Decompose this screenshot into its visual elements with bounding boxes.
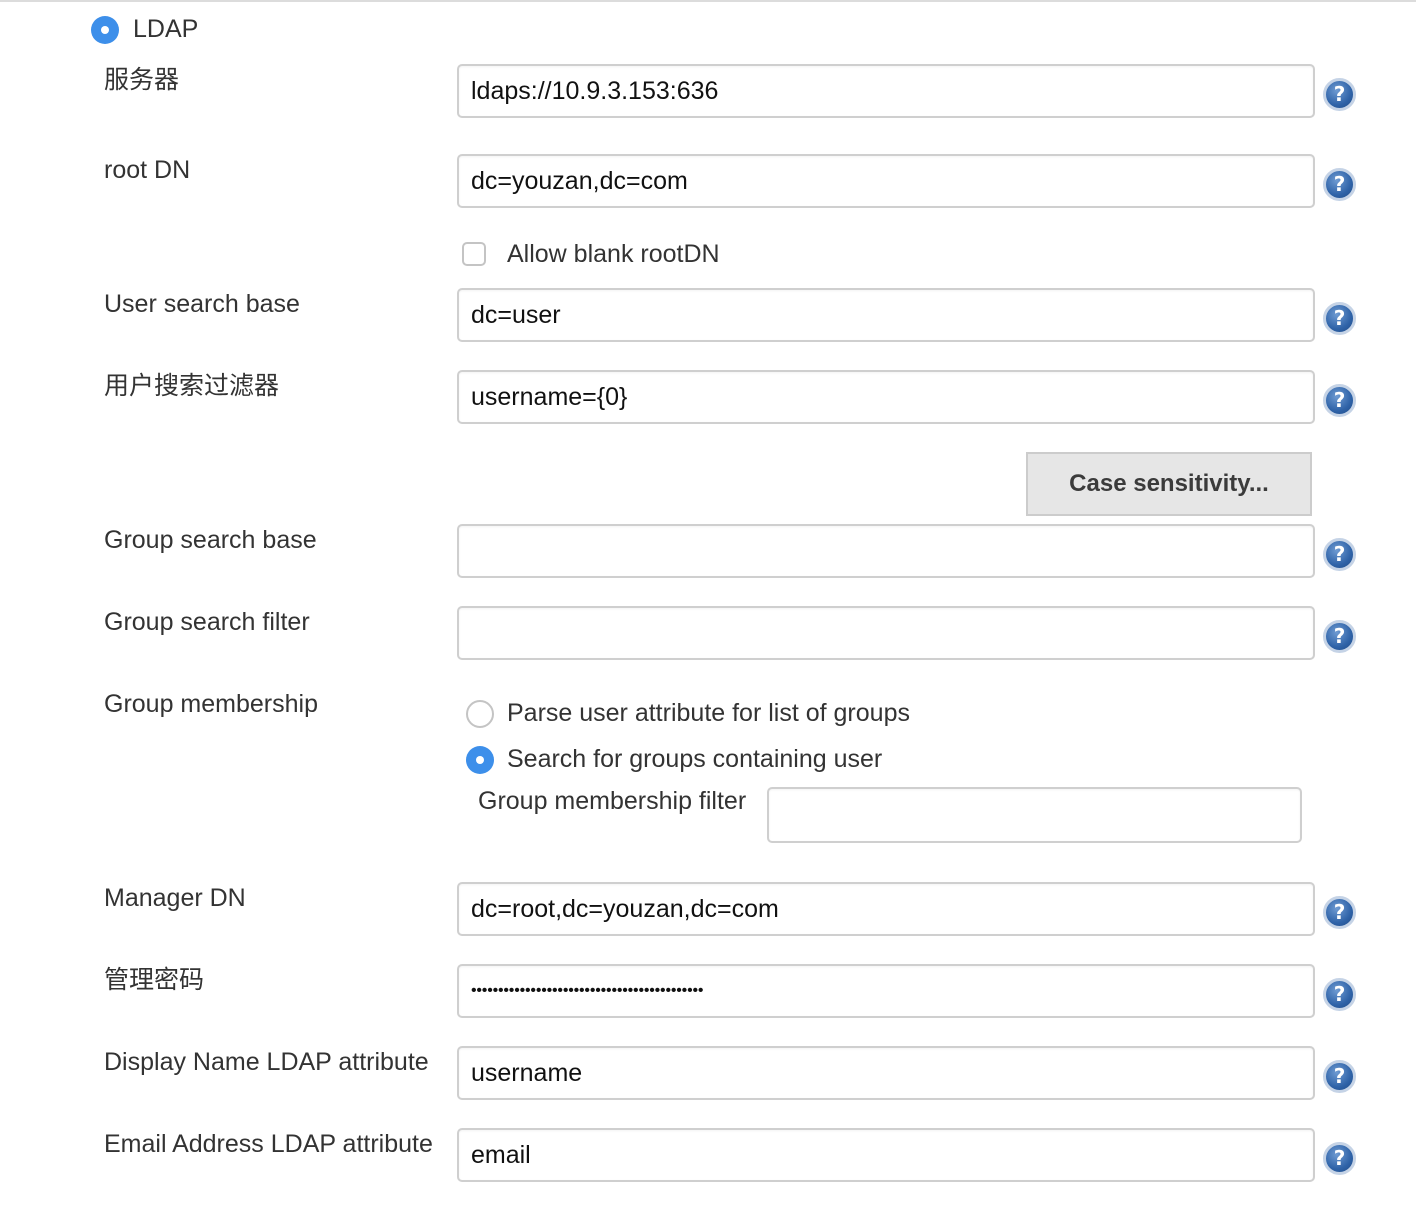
group-search-base-input[interactable] [457, 524, 1315, 578]
group-membership-filter-label: Group membership filter [478, 787, 747, 815]
root-dn-label: root DN [104, 156, 191, 184]
user-search-base-label: User search base [104, 290, 300, 318]
ldap-radio-label: LDAP [133, 15, 199, 43]
server-label: 服务器 [104, 66, 180, 94]
parse-user-attribute-label: Parse user attribute for list of groups [507, 699, 910, 727]
case-sensitivity-button[interactable]: Case sensitivity... [1026, 452, 1312, 516]
manager-dn-input[interactable] [457, 882, 1315, 936]
help-question-icon[interactable]: ? [1323, 896, 1356, 929]
email-attr-input[interactable] [457, 1128, 1315, 1182]
email-attr-label: Email Address LDAP attribute [104, 1130, 433, 1158]
display-name-attr-label: Display Name LDAP attribute [104, 1048, 429, 1076]
group-search-filter-input[interactable] [457, 606, 1315, 660]
allow-blank-rootdn-checkbox[interactable] [462, 242, 486, 266]
user-search-filter-label: 用户搜索过滤器 [104, 372, 280, 400]
group-search-base-label: Group search base [104, 526, 317, 554]
help-question-icon[interactable]: ? [1323, 1060, 1356, 1093]
top-divider [0, 0, 1416, 2]
server-input[interactable] [457, 64, 1315, 118]
ldap-radio[interactable] [91, 16, 119, 44]
help-question-icon[interactable]: ? [1323, 978, 1356, 1011]
search-groups-label: Search for groups containing user [507, 745, 883, 773]
group-membership-label: Group membership [104, 690, 318, 718]
manager-password-label: 管理密码 [104, 966, 205, 994]
help-question-icon[interactable]: ? [1323, 168, 1356, 201]
manager-dn-label: Manager DN [104, 884, 246, 912]
parse-user-attribute-radio[interactable] [466, 700, 494, 728]
search-groups-radio[interactable] [466, 746, 494, 774]
group-search-filter-label: Group search filter [104, 608, 310, 636]
user-search-base-input[interactable] [457, 288, 1315, 342]
help-question-icon[interactable]: ? [1323, 302, 1356, 335]
user-search-filter-input[interactable] [457, 370, 1315, 424]
help-question-icon[interactable]: ? [1323, 620, 1356, 653]
allow-blank-rootdn-label: Allow blank rootDN [507, 240, 720, 268]
help-question-icon[interactable]: ? [1323, 78, 1356, 111]
group-membership-filter-input[interactable] [767, 787, 1302, 843]
manager-password-input[interactable] [457, 964, 1315, 1018]
root-dn-input[interactable] [457, 154, 1315, 208]
help-question-icon[interactable]: ? [1323, 1142, 1356, 1175]
help-question-icon[interactable]: ? [1323, 384, 1356, 417]
help-question-icon[interactable]: ? [1323, 538, 1356, 571]
display-name-attr-input[interactable] [457, 1046, 1315, 1100]
